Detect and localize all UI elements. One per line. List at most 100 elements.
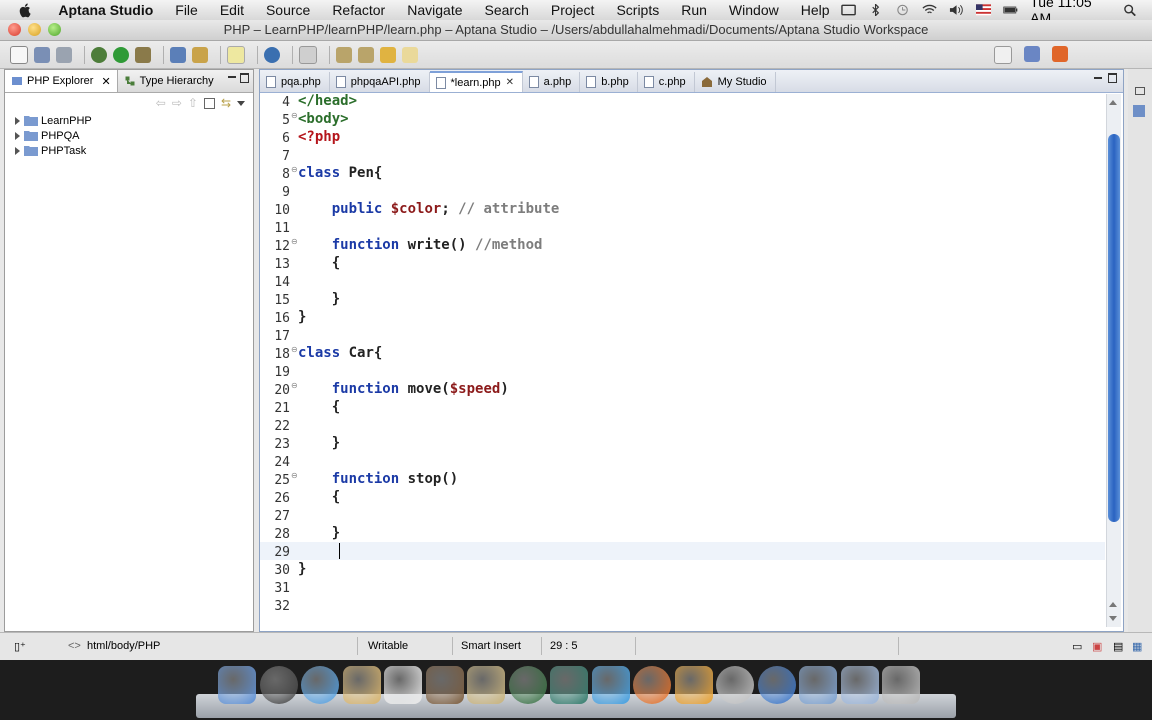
- code-line[interactable]: 4 </head>: [260, 92, 1105, 110]
- run-icon[interactable]: [113, 46, 129, 63]
- menu-window[interactable]: Window: [718, 2, 790, 18]
- code-line[interactable]: 11: [260, 218, 1105, 236]
- code-line[interactable]: 10 public $color; // attribute: [260, 200, 1105, 218]
- expand-twisty-icon[interactable]: [15, 116, 20, 125]
- forward-icon[interactable]: [402, 46, 418, 63]
- code-line[interactable]: 23 }: [260, 434, 1105, 452]
- code-line[interactable]: 13 {: [260, 254, 1105, 272]
- code-line[interactable]: 14: [260, 272, 1105, 290]
- tasks-view-icon[interactable]: ▦: [1132, 640, 1142, 653]
- menu-scripts[interactable]: Scripts: [605, 2, 670, 18]
- tree-project-phptask[interactable]: PHPTask: [5, 143, 253, 158]
- fold-toggle-icon[interactable]: ⊖: [291, 166, 298, 174]
- code-line[interactable]: 26 {: [260, 488, 1105, 506]
- applications-folder-icon[interactable]: [799, 666, 837, 704]
- ical-icon[interactable]: [384, 666, 422, 704]
- code-line[interactable]: 28 }: [260, 524, 1105, 542]
- code-line[interactable]: 15 }: [260, 290, 1105, 308]
- preferences-icon[interactable]: [674, 666, 713, 704]
- menu-edit[interactable]: Edit: [209, 2, 255, 18]
- finder-icon[interactable]: [218, 666, 256, 704]
- scroll-up-arrow-icon[interactable]: [1109, 602, 1117, 607]
- tree-project-phpqa[interactable]: PHPQA: [5, 128, 253, 143]
- fold-toggle-icon[interactable]: ⊖: [291, 112, 298, 120]
- trash-icon[interactable]: [882, 666, 920, 704]
- code-line[interactable]: 27: [260, 506, 1105, 524]
- code-line[interactable]: 7: [260, 146, 1105, 164]
- vertical-scrollbar[interactable]: [1106, 94, 1121, 627]
- tab-c-php[interactable]: c.php: [638, 72, 695, 92]
- up-icon[interactable]: ⇧: [188, 96, 198, 110]
- print-icon[interactable]: [56, 46, 72, 63]
- debug-icon[interactable]: [91, 46, 107, 63]
- tab-pqa-php[interactable]: pqa.php: [260, 72, 330, 92]
- console-view-icon[interactable]: ▤: [1113, 640, 1123, 653]
- volume-icon[interactable]: [949, 4, 964, 16]
- ichat-icon[interactable]: [591, 666, 630, 704]
- mail-icon[interactable]: [342, 666, 381, 704]
- breadcrumb[interactable]: html/body/PHP: [87, 640, 160, 652]
- code-line[interactable]: 5 ⊖ <body>: [260, 110, 1105, 128]
- tab-learn-php[interactable]: *learn.php ✕: [429, 71, 523, 92]
- code-area[interactable]: 4 </head> 5 ⊖ <body> 6 <?php 7 8 ⊖ class Pen{9 10 p…: [260, 92, 1105, 627]
- collapse-all-icon[interactable]: [203, 97, 215, 109]
- maximize-editor-icon[interactable]: [1108, 73, 1117, 83]
- menu-file[interactable]: File: [164, 2, 209, 18]
- web-browser-icon[interactable]: [264, 46, 280, 63]
- dashboard-icon[interactable]: [259, 666, 298, 704]
- restore-icon[interactable]: [1135, 87, 1145, 95]
- expand-twisty-icon[interactable]: [15, 146, 20, 155]
- skype-icon[interactable]: [716, 666, 754, 704]
- menu-run[interactable]: Run: [670, 2, 718, 18]
- wifi-icon[interactable]: [922, 4, 937, 16]
- code-line[interactable]: 21 {: [260, 398, 1105, 416]
- restore-views-icon[interactable]: ▭: [1072, 640, 1082, 653]
- web-perspective-icon[interactable]: [1052, 45, 1068, 62]
- tab-a-php[interactable]: a.php: [523, 72, 581, 92]
- link-with-editor-icon[interactable]: ⇆: [221, 96, 231, 110]
- menu-source[interactable]: Source: [255, 2, 321, 18]
- iphoto-icon[interactable]: [425, 666, 464, 704]
- tab-php-explorer[interactable]: PHP Explorer ✕: [5, 70, 118, 92]
- screen-sharing-icon[interactable]: [840, 4, 856, 16]
- forward-arrow-icon[interactable]: ⇨: [172, 96, 182, 110]
- code-line[interactable]: 16}: [260, 308, 1105, 326]
- time-machine-menu-icon[interactable]: [895, 4, 910, 16]
- code-line[interactable]: 22: [260, 416, 1105, 434]
- menu-navigate[interactable]: Navigate: [396, 2, 473, 18]
- fold-toggle-icon[interactable]: ⊖: [291, 346, 298, 354]
- code-line[interactable]: 17: [260, 326, 1105, 344]
- tab-b-php[interactable]: b.php: [580, 72, 638, 92]
- php-perspective-icon[interactable]: [1024, 45, 1040, 62]
- external-tools-icon[interactable]: [135, 46, 151, 63]
- back-arrow-icon[interactable]: ⇦: [156, 96, 166, 110]
- open-type-icon[interactable]: [170, 46, 186, 63]
- open-perspective-icon[interactable]: [994, 45, 1012, 64]
- apple-menu-icon[interactable]: [18, 2, 33, 18]
- time-machine-icon[interactable]: [508, 666, 547, 704]
- fast-view-icon[interactable]: ▯⁺: [14, 640, 26, 653]
- code-line[interactable]: 30}: [260, 560, 1105, 578]
- next-annotation-icon[interactable]: [336, 46, 352, 63]
- code-line[interactable]: 32: [260, 596, 1105, 614]
- code-line[interactable]: 8 ⊖ class Pen{: [260, 164, 1105, 182]
- minimize-editor-icon[interactable]: [1094, 77, 1102, 79]
- view-menu-icon[interactable]: [237, 100, 245, 106]
- imovie-icon[interactable]: [467, 666, 505, 704]
- tree-project-learnphp[interactable]: LearnPHP: [5, 113, 253, 128]
- code-line[interactable]: 24: [260, 452, 1105, 470]
- previous-annotation-icon[interactable]: [358, 46, 374, 63]
- quicktime-icon[interactable]: [757, 666, 796, 704]
- scroll-up-arrow-icon[interactable]: [1109, 100, 1117, 105]
- scroll-down-arrow-icon[interactable]: [1109, 616, 1117, 621]
- code-line[interactable]: 9: [260, 182, 1105, 200]
- minimize-panel-icon[interactable]: [228, 76, 236, 78]
- zoin-icon[interactable]: [550, 666, 588, 704]
- tab-phpqaapi-php[interactable]: phpqaAPI.php: [330, 72, 430, 92]
- us-flag-icon[interactable]: [975, 4, 992, 16]
- expand-twisty-icon[interactable]: [15, 131, 20, 140]
- close-icon[interactable]: ✕: [101, 75, 110, 88]
- refactor-icon[interactable]: [192, 46, 208, 63]
- code-line[interactable]: 18 ⊖ class Car{: [260, 344, 1105, 362]
- code-line[interactable]: 20 ⊖ function move($speed): [260, 380, 1105, 398]
